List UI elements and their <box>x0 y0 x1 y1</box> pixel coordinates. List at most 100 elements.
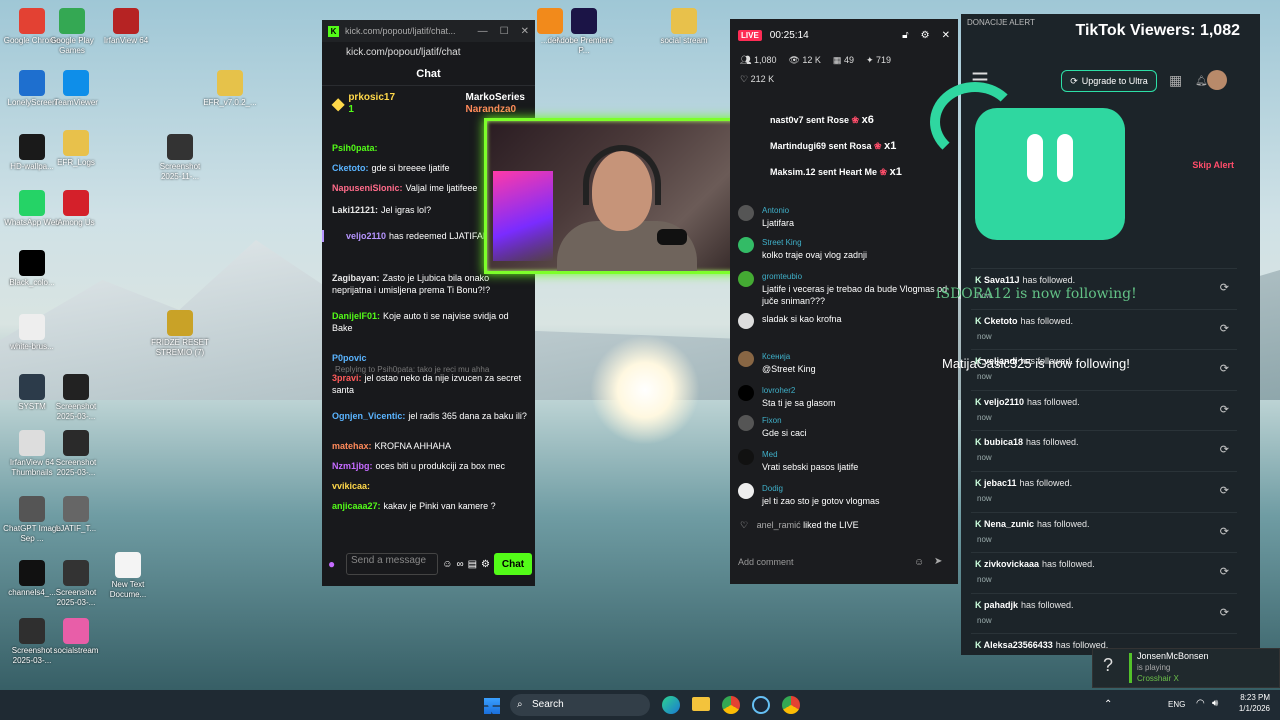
desktop-icon[interactable]: Screenshot 2025-11-... <box>150 134 210 182</box>
emote-icon[interactable]: ☺ <box>442 559 452 570</box>
commenter-name[interactable]: Ксенија <box>762 351 950 363</box>
infinity-icon[interactable]: ∞ <box>456 559 463 570</box>
desktop-icon[interactable]: Among Us <box>46 190 106 228</box>
chat-username[interactable]: P0povic <box>332 353 367 363</box>
store-icon[interactable]: ▤ <box>468 559 477 570</box>
replay-alert-icon[interactable]: ⟳ <box>1220 484 1229 497</box>
lang-indicator[interactable]: ENG <box>1168 700 1185 709</box>
emoji-icon[interactable]: ☺ <box>914 557 924 568</box>
wifi-icon[interactable]: ◠ <box>1196 698 1205 709</box>
chat-text: oces biti u produkciji za box mec <box>375 461 506 471</box>
desktop-icon[interactable]: EFR_Logs <box>46 130 106 168</box>
close-icon[interactable]: ✕ <box>942 30 950 41</box>
clock[interactable]: 8:23 PM 1/1/2026 <box>1239 692 1270 714</box>
chrome-icon[interactable] <box>722 696 740 714</box>
chat-input[interactable]: Send a message <box>346 553 439 575</box>
bell-icon[interactable]: 🔔︎ <box>1195 76 1208 87</box>
chrome-icon-2[interactable] <box>782 696 800 714</box>
tray-chevron-icon[interactable]: ⌃ <box>1104 699 1112 710</box>
send-icon[interactable]: ➤ <box>934 556 942 567</box>
desktop-icon[interactable]: Screenshot 2025-03-... <box>46 560 106 608</box>
commenter-name[interactable]: Antonio <box>762 205 950 217</box>
commenter-name[interactable]: Street King <box>762 237 950 249</box>
kick-tab-title: kick.com/popout/ljatif/chat... <box>345 26 456 36</box>
comment-text: Gde si caci <box>762 428 807 438</box>
chat-username[interactable]: anjicaaa27: <box>332 501 381 511</box>
mic-icon[interactable]: ● <box>328 557 342 571</box>
follower-row: K veljo2110 has followed. now ⟳ <box>971 389 1237 430</box>
commenter-avatar[interactable] <box>738 205 754 221</box>
chat-send-button[interactable]: Chat <box>494 553 532 575</box>
upgrade-button[interactable]: ⟳ Upgrade to Ultra <box>1061 70 1157 92</box>
chat-username[interactable]: Zagibayan: <box>332 273 380 283</box>
settings-icon[interactable]: ⚙ <box>921 30 930 41</box>
windows-start-icon[interactable] <box>484 698 500 714</box>
chat-username[interactable]: vvikicaa: <box>332 481 370 491</box>
chat-username[interactable]: Laki12121: <box>332 205 378 215</box>
chat-username[interactable]: NapuseniSlonic: <box>332 183 403 193</box>
chat-username[interactable]: Psih0pata: <box>332 143 378 153</box>
steam-notification[interactable]: ? JonsenMcBonsen is playing Crosshair X <box>1092 648 1280 688</box>
volume-icon[interactable]: 🔊︎ <box>1212 698 1218 709</box>
pin-user-3[interactable]: Narandza0 <box>466 104 525 116</box>
chat-username[interactable]: DanijelF01: <box>332 311 380 321</box>
commenter-name[interactable]: lovroher2 <box>762 385 950 397</box>
chat-username[interactable]: Ognjen_Vicentic: <box>332 411 405 421</box>
commenter-name[interactable]: Fixon <box>762 415 950 427</box>
commenter-avatar[interactable] <box>738 385 754 401</box>
commenter-name[interactable]: Dodig <box>762 483 950 495</box>
commenter-avatar[interactable] <box>738 483 754 499</box>
steam-icon[interactable] <box>752 696 770 714</box>
commenter-avatar[interactable] <box>738 351 754 367</box>
replay-alert-icon[interactable]: ⟳ <box>1220 443 1229 456</box>
commenter-name[interactable]: Med <box>762 449 950 461</box>
desktop-icon[interactable]: Black_colo... <box>2 250 62 288</box>
chat-username[interactable]: Cketoto: <box>332 163 369 173</box>
commenter-avatar[interactable] <box>738 271 754 287</box>
close-button[interactable]: ✕ <box>521 26 529 37</box>
chat-username[interactable]: veljo2110 <box>346 231 386 241</box>
desktop-icon[interactable]: LJATIF_T... <box>46 496 106 534</box>
commenter-avatar[interactable] <box>738 313 754 329</box>
desktop-icon[interactable]: Screenshot 2025-03-... <box>46 430 106 478</box>
desktop-icon[interactable]: social stream <box>654 8 714 46</box>
commenter-avatar[interactable] <box>738 237 754 253</box>
desktop-icon[interactable]: socialstream <box>46 618 106 656</box>
chat-username[interactable]: 3pravi: <box>332 373 362 383</box>
desktop-icon[interactable]: New Text Docume... <box>98 552 158 600</box>
pin-user-2[interactable]: MarkoSeries <box>466 92 525 104</box>
replay-alert-icon[interactable]: ⟳ <box>1220 525 1229 538</box>
desktop-icon[interactable]: Google Play Games <box>42 8 102 56</box>
replay-alert-icon[interactable]: ⟳ <box>1220 281 1229 294</box>
desktop-icon[interactable]: TeamViewer <box>46 70 106 108</box>
desktop-icon[interactable]: white-brus... <box>2 314 62 352</box>
follow-time: now <box>977 372 992 382</box>
replay-alert-icon[interactable]: ⟳ <box>1220 565 1229 578</box>
avatar[interactable] <box>1207 70 1227 90</box>
liked-user[interactable]: anel_ramić <box>757 520 801 530</box>
desktop-icon[interactable]: IrfanView 64 <box>96 8 156 46</box>
apps-grid-icon[interactable]: ▦ <box>1169 72 1182 89</box>
commenter-name[interactable]: gromteubio <box>762 271 950 283</box>
maximize-button[interactable]: ☐ <box>500 26 509 37</box>
replay-alert-icon[interactable]: ⟳ <box>1220 322 1229 335</box>
skip-alert-button[interactable]: Skip Alert <box>1192 160 1234 170</box>
replay-alert-icon[interactable]: ⟳ <box>1220 403 1229 416</box>
edge-icon[interactable] <box>662 696 680 714</box>
desktop-icon[interactable]: FRIDZE RESET STREMIO (7) <box>150 310 210 358</box>
lock-icon[interactable]: 🔓︎ <box>902 30 908 41</box>
kick-url-bar[interactable]: kick.com/popout/ljatif/chat <box>322 42 535 62</box>
minimize-button[interactable]: — <box>478 26 488 37</box>
chat-username[interactable]: Nzm1jbg: <box>332 461 373 471</box>
desktop-icon[interactable]: EFR_v7.0.2_... <box>200 70 260 108</box>
chat-username[interactable]: matehax: <box>332 441 372 451</box>
commenter-avatar[interactable] <box>738 449 754 465</box>
commenter-avatar[interactable] <box>738 415 754 431</box>
replay-alert-icon[interactable]: ⟳ <box>1220 606 1229 619</box>
taskbar-search[interactable]: ⌕ Search <box>510 694 650 716</box>
settings-gear-icon[interactable]: ⚙ <box>481 559 490 570</box>
pin-user-1[interactable]: prkosic17 <box>348 92 395 104</box>
desktop-icon[interactable]: Screenshot 2025-03-... <box>46 374 106 422</box>
file-explorer-icon[interactable] <box>692 697 710 711</box>
replay-alert-icon[interactable]: ⟳ <box>1220 362 1229 375</box>
